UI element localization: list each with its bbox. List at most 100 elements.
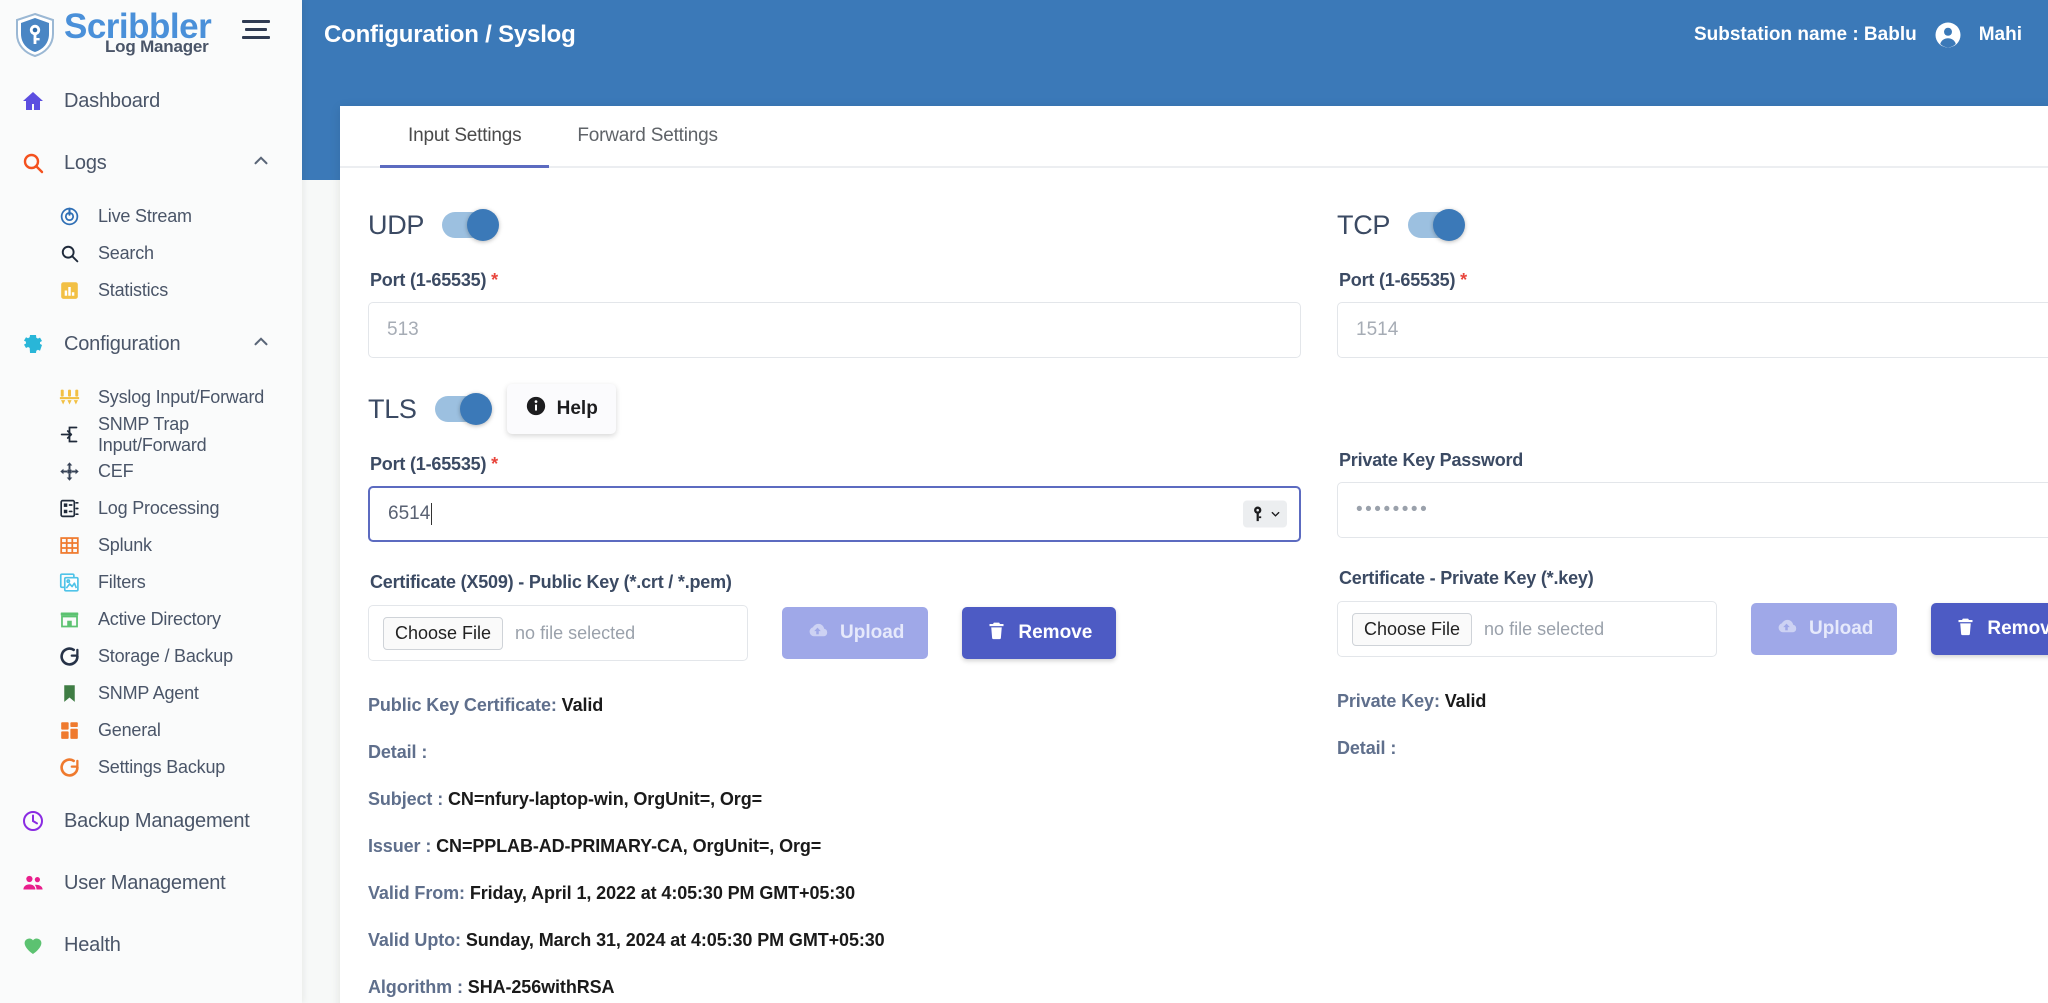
- sidebar-item-label: Splunk: [98, 535, 152, 556]
- private-key-password-input[interactable]: ••••••••: [1337, 482, 2048, 538]
- sidebar-item-general[interactable]: General: [0, 712, 302, 749]
- udp-toggle[interactable]: [442, 212, 496, 238]
- tcp-row: TCP: [1337, 202, 2048, 248]
- algorithm-label: Algorithm :: [368, 977, 463, 997]
- sidebar-item-label: SNMP Trap Input/Forward: [98, 414, 302, 456]
- tcp-port-label: Port (1-65535) *: [1339, 270, 2048, 291]
- required-asterisk: *: [491, 454, 498, 474]
- user-name[interactable]: Mahi: [1979, 24, 2022, 46]
- sidebar-item-log-processing[interactable]: Log Processing: [0, 490, 302, 527]
- sidebar-item-label: Live Stream: [98, 206, 192, 227]
- private-cert-file-input[interactable]: Choose File no file selected: [1337, 601, 1717, 657]
- settings-grid: UDP Port (1-65535) * 513 TLS: [368, 202, 2048, 1003]
- subject-label: Subject :: [368, 789, 443, 809]
- brand: Scribbler Log Manager: [0, 0, 302, 70]
- sidebar-item-snmp-trap-input-forward[interactable]: SNMP Trap Input/Forward: [0, 416, 302, 453]
- choose-file-button[interactable]: Choose File: [383, 617, 503, 650]
- public-key-certificate-status: Public Key Certificate: Valid: [368, 695, 1301, 716]
- sidebar-item-dashboard[interactable]: Dashboard: [0, 70, 302, 132]
- tls-port-input[interactable]: 6514: [368, 486, 1301, 542]
- sidebar-item-statistics[interactable]: Statistics: [0, 272, 302, 309]
- tls-toggle[interactable]: [435, 396, 489, 422]
- input-settings-panel: UDP Port (1-65535) * 513 TLS: [340, 168, 2048, 1003]
- sidebar-item-snmp-agent[interactable]: SNMP Agent: [0, 675, 302, 712]
- settings-backup-icon: [56, 757, 82, 778]
- password-masked-value: ••••••••: [1356, 499, 1429, 521]
- choose-file-button[interactable]: Choose File: [1352, 613, 1472, 646]
- sidebar-group-label: Configuration: [64, 333, 180, 356]
- required-asterisk: *: [491, 270, 498, 290]
- sidebar-item-label: Log Processing: [98, 498, 219, 519]
- sidebar-item-cef[interactable]: CEF: [0, 453, 302, 490]
- sidebar-item-active-directory[interactable]: Active Directory: [0, 601, 302, 638]
- tcp-toggle[interactable]: [1408, 212, 1462, 238]
- magnifier-icon: [56, 243, 82, 264]
- chevron-up-icon[interactable]: [250, 150, 272, 177]
- bar-chart-icon: [56, 280, 82, 301]
- private-key-status-line: Private Key: Valid: [1337, 691, 2048, 712]
- tls-port-label: Port (1-65535) *: [370, 454, 1301, 475]
- cef-icon: [56, 461, 82, 482]
- public-cert-upload-button[interactable]: Upload: [782, 607, 928, 659]
- syslog-icon: [56, 387, 82, 408]
- topbar: Configuration / Syslog Substation name :…: [302, 0, 2048, 70]
- sidebar-item-settings-backup[interactable]: Settings Backup: [0, 749, 302, 786]
- chevron-up-icon[interactable]: [250, 331, 272, 358]
- udp-label: UDP: [368, 210, 424, 241]
- active-directory-icon: [56, 609, 82, 630]
- password-key-icon[interactable]: [1243, 501, 1287, 528]
- shield-key-icon: [14, 12, 56, 58]
- tcp-port-label-text: Port (1-65535): [1339, 270, 1455, 290]
- storage-backup-icon: [56, 646, 82, 667]
- private-cert-remove-button[interactable]: Remove: [1931, 603, 2048, 655]
- issuer-label: Issuer :: [368, 836, 431, 856]
- hamburger-menu-icon[interactable]: [242, 20, 272, 46]
- certificate-algorithm: Algorithm : SHA-256withRSA: [368, 977, 1301, 998]
- sidebar-item-storage-backup[interactable]: Storage / Backup: [0, 638, 302, 675]
- sidebar-item-filters[interactable]: Filters: [0, 564, 302, 601]
- public-cert-remove-button[interactable]: Remove: [962, 607, 1116, 659]
- sidebar-item-search[interactable]: Search: [0, 235, 302, 272]
- private-cert-row: Choose File no file selected Upload: [1337, 601, 2048, 657]
- clock-icon: [18, 809, 48, 833]
- brand-text: Scribbler Log Manager: [64, 9, 269, 61]
- tls-port-value: 6514: [388, 503, 430, 525]
- sidebar-item-health[interactable]: Health: [0, 914, 302, 976]
- tab-input-settings[interactable]: Input Settings: [380, 106, 549, 166]
- tls-row: TLS Help: [368, 386, 1301, 432]
- chevron-down-icon: [1270, 509, 1281, 520]
- tab-label: Input Settings: [408, 125, 521, 147]
- trash-icon: [986, 620, 1007, 647]
- sidebar-group-configuration[interactable]: Configuration: [0, 313, 302, 375]
- status-value: Valid: [1445, 691, 1487, 711]
- public-cert-file-input[interactable]: Choose File no file selected: [368, 605, 748, 661]
- sidebar-item-live-stream[interactable]: Live Stream: [0, 198, 302, 235]
- heart-icon: [18, 933, 48, 957]
- sidebar-item-label: Settings Backup: [98, 757, 225, 778]
- sidebar-item-backup-management[interactable]: Backup Management: [0, 790, 302, 852]
- tab-forward-settings[interactable]: Forward Settings: [549, 106, 745, 166]
- tcp-port-input[interactable]: 1514: [1337, 302, 2048, 358]
- udp-port-label-text: Port (1-65535): [370, 270, 486, 290]
- sidebar-item-user-management[interactable]: User Management: [0, 852, 302, 914]
- sidebar-item-splunk[interactable]: Splunk: [0, 527, 302, 564]
- topbar-right: Substation name : Bablu Mahi: [1694, 20, 2022, 50]
- sidebar-item-syslog-input-forward[interactable]: Syslog Input/Forward: [0, 379, 302, 416]
- settings-card: Input Settings Forward Settings UDP: [340, 106, 2048, 1003]
- account-circle-icon[interactable]: [1933, 20, 1963, 50]
- subject-value: CN=nfury-laptop-win, OrgUnit=, Org=: [448, 789, 762, 809]
- splunk-grid-icon: [56, 535, 82, 556]
- sidebar-group-logs[interactable]: Logs: [0, 132, 302, 194]
- udp-port-input[interactable]: 513: [368, 302, 1301, 358]
- sidebar-subgroup-logs: Live Stream Search: [0, 194, 302, 313]
- tls-label: TLS: [368, 394, 417, 425]
- valid-from-label: Valid From:: [368, 883, 465, 903]
- sidebar-item-label: Health: [64, 934, 121, 957]
- home-icon: [18, 89, 48, 113]
- tls-help-button[interactable]: Help: [507, 384, 616, 434]
- upload-label: Upload: [840, 622, 904, 644]
- no-file-selected-text: no file selected: [1484, 619, 1604, 640]
- private-cert-upload-button[interactable]: Upload: [1751, 603, 1897, 655]
- issuer-value: CN=PPLAB-AD-PRIMARY-CA, OrgUnit=, Org=: [436, 836, 821, 856]
- sidebar-item-label: General: [98, 720, 161, 741]
